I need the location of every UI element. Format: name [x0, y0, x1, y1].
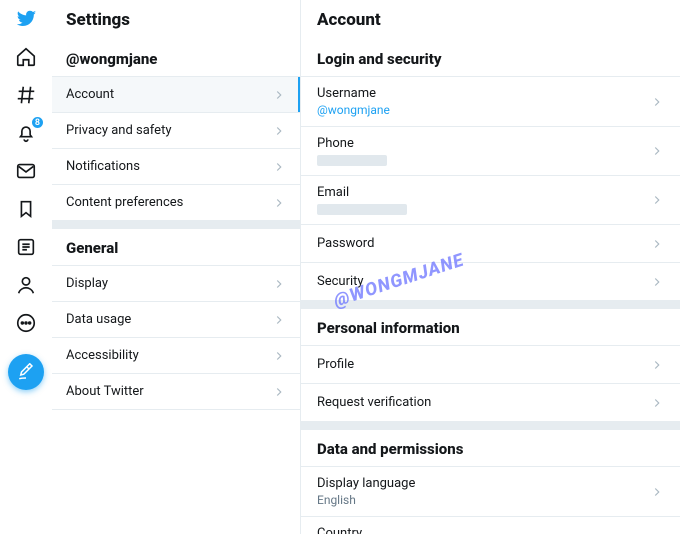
- setting-row-profile[interactable]: Profile: [301, 346, 680, 384]
- setting-row-country[interactable]: CountryUnited States: [301, 517, 680, 534]
- chevron-right-icon: [650, 144, 664, 158]
- setting-row-title: Country: [317, 526, 388, 534]
- messages-icon[interactable]: [13, 158, 39, 184]
- home-icon[interactable]: [13, 44, 39, 70]
- nav-item-label: Notifications: [66, 159, 140, 174]
- nav-item-label: Content preferences: [66, 195, 183, 210]
- chevron-right-icon: [650, 396, 664, 410]
- explore-icon[interactable]: [13, 82, 39, 108]
- setting-row-password[interactable]: Password: [301, 225, 680, 263]
- group-label: Login and security: [301, 40, 680, 77]
- group-label: Personal information: [301, 301, 680, 346]
- nav-item-label: Accessibility: [66, 348, 139, 363]
- setting-row-security[interactable]: Security: [301, 263, 680, 301]
- chevron-right-icon: [272, 277, 286, 291]
- chevron-right-icon: [272, 385, 286, 399]
- nav-item-about-twitter[interactable]: About Twitter: [52, 374, 300, 410]
- setting-row-title: Email: [317, 185, 407, 200]
- settings-section-general: General: [52, 221, 300, 266]
- notifications-badge: 8: [31, 116, 44, 129]
- setting-row-title: Username: [317, 86, 390, 101]
- group-label: Data and permissions: [301, 422, 680, 467]
- lists-icon[interactable]: [13, 234, 39, 260]
- chevron-right-icon: [272, 160, 286, 174]
- settings-section-user: @wongmjane: [52, 40, 300, 77]
- setting-row-subtitle: English: [317, 493, 415, 507]
- chevron-right-icon: [272, 88, 286, 102]
- chevron-right-icon: [650, 95, 664, 109]
- redacted-value: [317, 155, 387, 166]
- nav-item-content-preferences[interactable]: Content preferences: [52, 185, 300, 221]
- redacted-value: [317, 204, 407, 215]
- settings-nav-column: Settings @wongmjane Account Privacy and s…: [52, 0, 300, 534]
- more-icon[interactable]: [13, 310, 39, 336]
- nav-item-account[interactable]: Account: [52, 77, 300, 113]
- setting-row-phone[interactable]: Phone: [301, 127, 680, 176]
- bookmarks-icon[interactable]: [13, 196, 39, 222]
- setting-row-email[interactable]: Email: [301, 176, 680, 225]
- nav-item-data-usage[interactable]: Data usage: [52, 302, 300, 338]
- nav-item-label: Display: [66, 276, 108, 291]
- setting-row-title: Password: [317, 236, 374, 251]
- nav-item-label: Privacy and safety: [66, 123, 171, 138]
- setting-row-subtitle: @wongmjane: [317, 103, 390, 117]
- nav-item-accessibility[interactable]: Accessibility: [52, 338, 300, 374]
- account-detail-column: Account Login and security Username @wongm…: [300, 0, 680, 534]
- nav-item-label: Account: [66, 87, 114, 102]
- chevron-right-icon: [650, 237, 664, 251]
- notifications-icon[interactable]: 8: [13, 120, 39, 146]
- twitter-logo-icon[interactable]: [13, 6, 39, 32]
- setting-row-display-language[interactable]: Display language English: [301, 467, 680, 517]
- nav-item-notifications[interactable]: Notifications: [52, 149, 300, 185]
- nav-item-label: Data usage: [66, 312, 131, 327]
- setting-row-title: Phone: [317, 136, 387, 151]
- chevron-right-icon: [650, 485, 664, 499]
- nav-item-privacy-and-safety[interactable]: Privacy and safety: [52, 113, 300, 149]
- chevron-right-icon: [272, 349, 286, 363]
- settings-title: Settings: [52, 0, 300, 40]
- chevron-right-icon: [650, 275, 664, 289]
- setting-row-request-verification[interactable]: Request verification: [301, 384, 680, 422]
- chevron-right-icon: [272, 196, 286, 210]
- chevron-right-icon: [650, 358, 664, 372]
- nav-rail: 8: [0, 0, 52, 534]
- compose-button[interactable]: [8, 354, 44, 390]
- setting-row-username[interactable]: Username @wongmjane: [301, 77, 680, 127]
- account-title: Account: [301, 0, 680, 40]
- chevron-right-icon: [272, 313, 286, 327]
- nav-item-label: About Twitter: [66, 384, 144, 399]
- setting-row-title: Security: [317, 274, 364, 289]
- setting-row-title: Profile: [317, 357, 354, 372]
- setting-row-title: Display language: [317, 476, 415, 491]
- setting-row-title: Request verification: [317, 395, 431, 410]
- chevron-right-icon: [650, 193, 664, 207]
- profile-icon[interactable]: [13, 272, 39, 298]
- chevron-right-icon: [272, 124, 286, 138]
- nav-item-display[interactable]: Display: [52, 266, 300, 302]
